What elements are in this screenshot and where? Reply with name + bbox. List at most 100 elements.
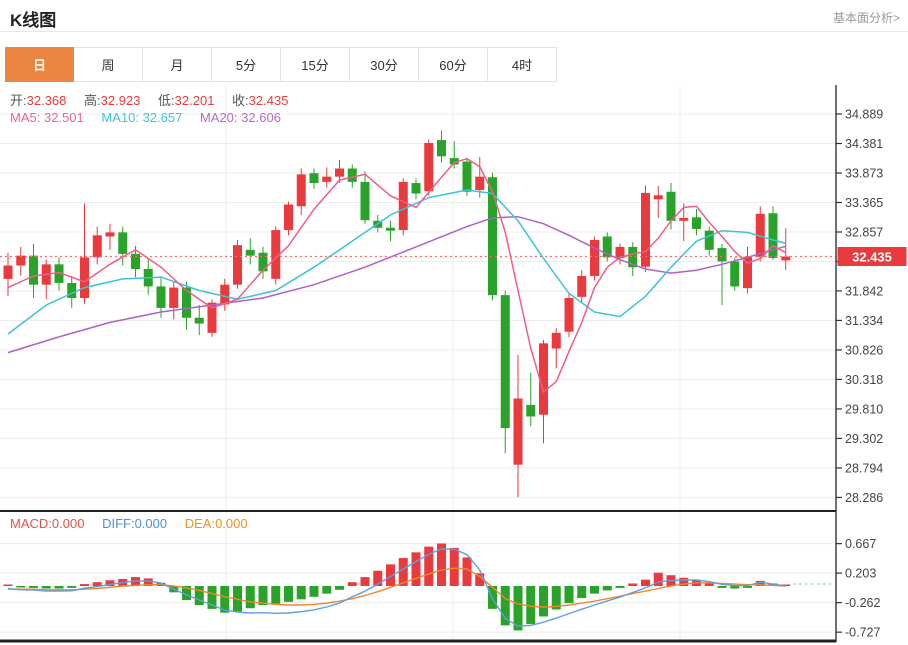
candle[interactable] xyxy=(641,193,650,267)
candle[interactable] xyxy=(4,266,13,279)
ohlc-open: 开:32.368 xyxy=(10,93,66,108)
candle[interactable] xyxy=(284,205,293,231)
candle[interactable] xyxy=(565,298,574,332)
candle[interactable] xyxy=(335,169,344,177)
candle[interactable] xyxy=(220,285,229,305)
macd-bar[interactable] xyxy=(67,586,76,588)
candle[interactable] xyxy=(29,256,38,285)
macd-readout: MACD:0.000 xyxy=(10,516,84,531)
macd-bar[interactable] xyxy=(705,583,714,586)
axis-tick-label: 34.889 xyxy=(845,108,883,122)
macd-bar[interactable] xyxy=(4,585,13,587)
candle[interactable] xyxy=(16,256,25,266)
macd-bar[interactable] xyxy=(616,586,625,588)
macd-bar[interactable] xyxy=(603,586,612,590)
candle[interactable] xyxy=(475,177,484,190)
macd-bar[interactable] xyxy=(335,586,344,590)
period-tab-30min[interactable]: 30分 xyxy=(350,47,419,82)
candle[interactable] xyxy=(526,405,535,417)
macd-bar[interactable] xyxy=(628,583,637,586)
candle[interactable] xyxy=(424,143,433,191)
candle[interactable] xyxy=(106,232,115,236)
macd-bar[interactable] xyxy=(29,586,38,588)
macd-bar[interactable] xyxy=(565,586,574,603)
macd-bar[interactable] xyxy=(641,580,650,586)
candle[interactable] xyxy=(67,283,76,298)
candle[interactable] xyxy=(169,288,178,308)
candle[interactable] xyxy=(348,169,357,182)
candle[interactable] xyxy=(679,218,688,221)
candle[interactable] xyxy=(195,318,204,324)
candle[interactable] xyxy=(93,235,102,257)
candle[interactable] xyxy=(399,182,408,230)
axis-tick-label: 0.203 xyxy=(845,567,876,581)
macd-bar[interactable] xyxy=(361,577,370,586)
candle[interactable] xyxy=(552,333,561,349)
macd-bar[interactable] xyxy=(590,586,599,594)
candle[interactable] xyxy=(233,245,242,284)
macd-bar[interactable] xyxy=(577,586,586,598)
axis-tick-label: 33.873 xyxy=(845,166,883,180)
macd-bar[interactable] xyxy=(297,586,306,599)
period-tab-5min[interactable]: 5分 xyxy=(212,47,281,82)
macd-bar[interactable] xyxy=(80,584,89,586)
period-tab-day[interactable]: 日 xyxy=(5,47,74,82)
macd-bar[interactable] xyxy=(348,582,357,586)
macd-bar[interactable] xyxy=(539,586,548,616)
candle[interactable] xyxy=(80,257,89,298)
axis-tick-label: 29.302 xyxy=(845,432,883,446)
candle[interactable] xyxy=(590,240,599,276)
period-tab-week[interactable]: 周 xyxy=(74,47,143,82)
candle[interactable] xyxy=(514,398,523,464)
period-tab-60min[interactable]: 60分 xyxy=(419,47,488,82)
candle[interactable] xyxy=(412,183,421,193)
macd-bar[interactable] xyxy=(450,548,459,586)
candle[interactable] xyxy=(310,173,319,183)
macd-bar[interactable] xyxy=(55,586,64,589)
macd-bar[interactable] xyxy=(718,586,727,588)
candle[interactable] xyxy=(577,276,586,297)
candle[interactable] xyxy=(361,182,370,220)
candle[interactable] xyxy=(157,286,166,307)
candle[interactable] xyxy=(501,295,510,428)
axis-tick-label: 0.667 xyxy=(845,537,876,551)
macd-bar[interactable] xyxy=(730,586,739,589)
period-tabs: 日 周 月 5分 15分 30分 60分 4时 xyxy=(5,47,557,82)
candle[interactable] xyxy=(259,253,268,272)
macd-bar[interactable] xyxy=(284,586,293,602)
axis-tick-label: 29.810 xyxy=(845,402,883,416)
macd-bar[interactable] xyxy=(195,586,204,605)
candle[interactable] xyxy=(463,162,472,192)
candle[interactable] xyxy=(246,250,255,256)
period-tab-15min[interactable]: 15分 xyxy=(281,47,350,82)
candle[interactable] xyxy=(692,217,701,229)
macd-bar[interactable] xyxy=(246,586,255,608)
axis-tick-label: 28.286 xyxy=(845,491,883,505)
candle[interactable] xyxy=(386,228,395,231)
axis-tick-label: 30.318 xyxy=(845,373,883,387)
diff-readout: DIFF:0.000 xyxy=(102,516,167,531)
candle[interactable] xyxy=(118,232,127,253)
period-tab-4hour[interactable]: 4时 xyxy=(488,47,557,82)
macd-bar[interactable] xyxy=(322,586,331,594)
ohlc-close: 收:32.435 xyxy=(232,93,288,108)
candle[interactable] xyxy=(437,140,446,156)
macd-bar[interactable] xyxy=(271,586,280,604)
candle[interactable] xyxy=(718,248,727,261)
macd-legend: MACD:0.000 DIFF:0.000 DEA:0.000 xyxy=(10,516,262,531)
macd-bar[interactable] xyxy=(463,557,472,586)
macd-bar[interactable] xyxy=(412,552,421,586)
candle[interactable] xyxy=(730,261,739,286)
candle[interactable] xyxy=(322,177,331,182)
candle[interactable] xyxy=(705,231,714,250)
ma-legend: MA5: 32.501 MA10: 32.657 MA20: 32.606 xyxy=(10,110,295,125)
macd-bar[interactable] xyxy=(310,586,319,597)
macd-bar[interactable] xyxy=(16,586,25,588)
dea-line xyxy=(8,568,786,607)
candle[interactable] xyxy=(297,174,306,206)
period-tab-month[interactable]: 月 xyxy=(143,47,212,82)
candle[interactable] xyxy=(488,177,497,295)
macd-bar[interactable] xyxy=(42,586,51,589)
candle[interactable] xyxy=(654,195,663,199)
candles xyxy=(4,131,791,497)
